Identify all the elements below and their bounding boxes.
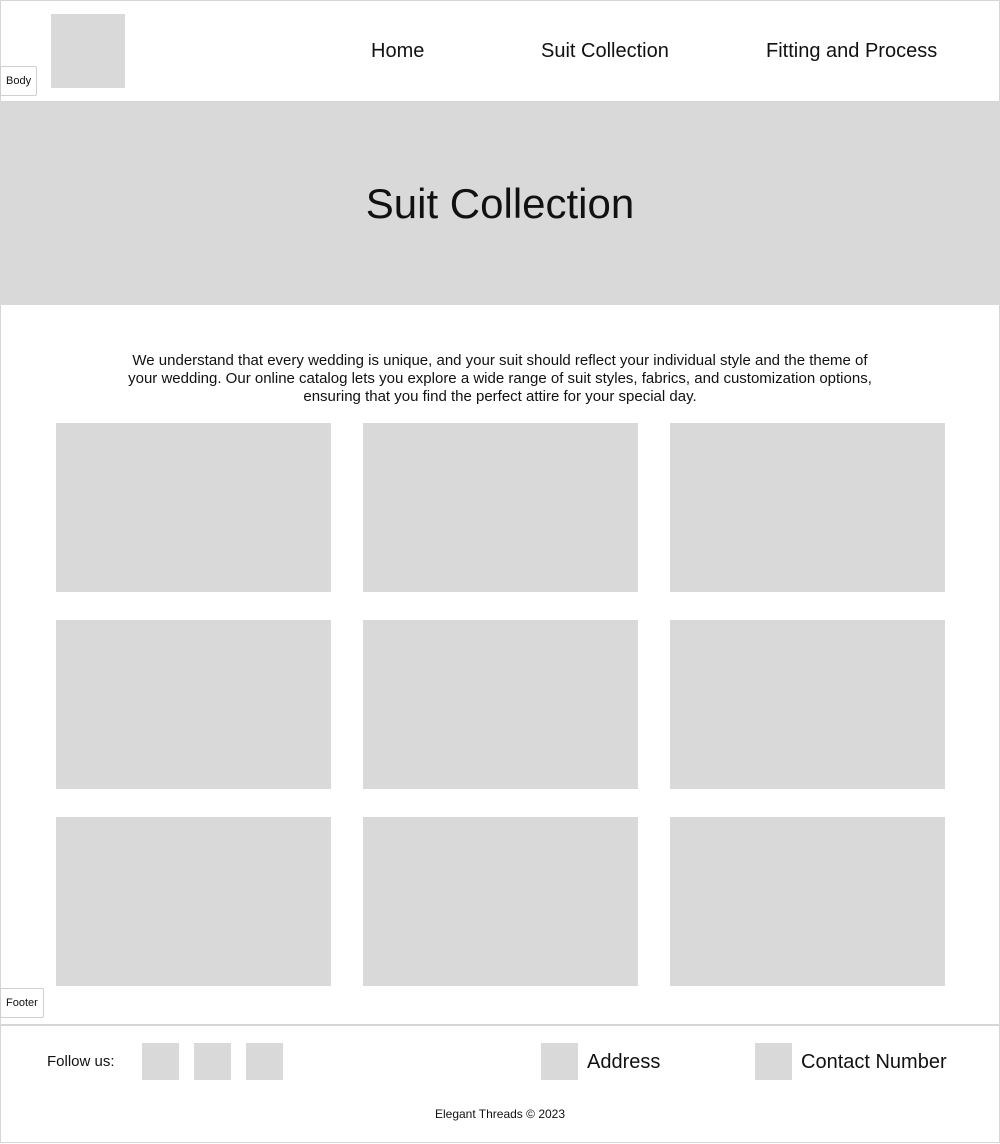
address-label: Address	[587, 1051, 661, 1073]
suit-image-9[interactable]	[670, 817, 945, 986]
phone-icon	[755, 1043, 792, 1080]
page-title: Suit Collection	[365, 180, 635, 227]
suit-image-1[interactable]	[56, 423, 331, 592]
copyright-text: Elegant Threads © 2023	[434, 1107, 566, 1121]
intro-paragraph: We understand that every wedding is uniq…	[128, 352, 872, 405]
suit-image-5[interactable]	[363, 620, 638, 789]
body-section-tag: Body	[0, 66, 38, 96]
nav-link-fitting-and-process[interactable]: Fitting and Process	[766, 36, 937, 66]
suit-image-2[interactable]	[363, 423, 638, 592]
social-icon-1[interactable]	[142, 1043, 179, 1080]
hero-banner: Suit Collection	[0, 102, 1000, 305]
nav-link-home[interactable]: Home	[371, 36, 424, 66]
social-icon-3[interactable]	[246, 1043, 283, 1080]
follow-us-label: Follow us:	[47, 1053, 115, 1070]
suit-image-6[interactable]	[670, 620, 945, 789]
social-icon-2[interactable]	[194, 1043, 231, 1080]
logo-image[interactable]	[51, 14, 125, 88]
footer-section-tag: Footer	[0, 988, 44, 1018]
suit-image-4[interactable]	[56, 620, 331, 789]
nav-link-suit-collection[interactable]: Suit Collection	[541, 36, 669, 66]
contact-number-label: Contact Number	[801, 1051, 947, 1073]
suit-image-7[interactable]	[56, 817, 331, 986]
site-footer: Follow us: Address Contact Number Elegan…	[0, 1024, 1000, 1144]
suit-image-3[interactable]	[670, 423, 945, 592]
address-icon	[541, 1043, 578, 1080]
site-header: Home Suit Collection Fitting and Process	[0, 0, 1000, 102]
suit-image-8[interactable]	[363, 817, 638, 986]
